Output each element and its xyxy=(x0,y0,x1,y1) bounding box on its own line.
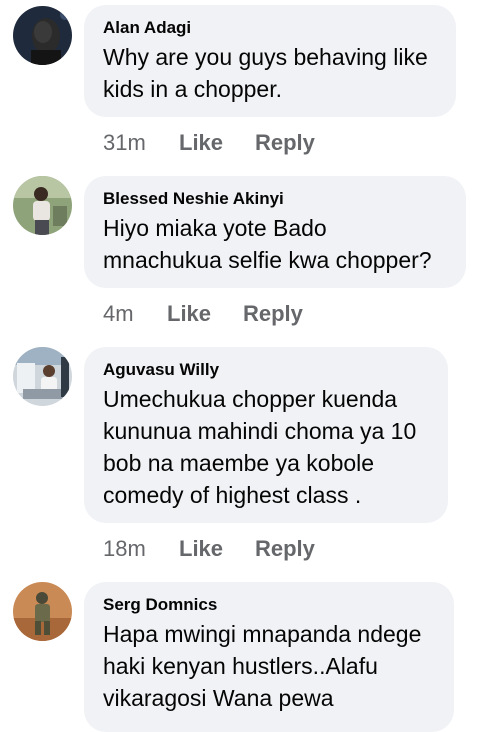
comment-time[interactable]: 18m xyxy=(103,536,179,562)
comment-bubble: Alan Adagi Why are you guys behaving lik… xyxy=(84,5,456,117)
like-button[interactable]: Like xyxy=(179,536,255,562)
reply-button[interactable]: Reply xyxy=(243,301,303,327)
avatar[interactable] xyxy=(13,176,72,235)
avatar[interactable] xyxy=(13,582,72,641)
avatar[interactable] xyxy=(13,347,72,406)
comment-time[interactable]: 31m xyxy=(103,130,179,156)
comment-text: Hapa mwingi mnapanda ndege haki kenyan h… xyxy=(103,621,422,711)
comment-actions: 4m Like Reply xyxy=(103,301,303,327)
comment-author[interactable]: Serg Domnics xyxy=(103,595,436,615)
comment-bubble: Serg Domnics Hapa mwingi mnapanda ndege … xyxy=(84,582,454,732)
reply-button[interactable]: Reply xyxy=(255,536,315,562)
comment-time[interactable]: 4m xyxy=(103,301,167,327)
like-button[interactable]: Like xyxy=(179,130,255,156)
comment-author[interactable]: Alan Adagi xyxy=(103,18,438,38)
comment-author[interactable]: Blessed Neshie Akinyi xyxy=(103,189,448,209)
comment-bubble: Blessed Neshie Akinyi Hiyo miaka yote Ba… xyxy=(84,176,466,288)
comment-text: Umechukua chopper kuenda kununua mahindi… xyxy=(103,386,417,508)
comment-bubble: Aguvasu Willy Umechukua chopper kuenda k… xyxy=(84,347,448,523)
avatar[interactable] xyxy=(13,6,72,65)
comment-actions: 31m Like Reply xyxy=(103,130,315,156)
comment-text: Why are you guys behaving like kids in a… xyxy=(103,44,428,102)
comment-author[interactable]: Aguvasu Willy xyxy=(103,360,430,380)
like-button[interactable]: Like xyxy=(167,301,243,327)
reply-button[interactable]: Reply xyxy=(255,130,315,156)
comment-text: Hiyo miaka yote Bado mnachukua selfie kw… xyxy=(103,215,432,273)
comment-actions: 18m Like Reply xyxy=(103,536,315,562)
